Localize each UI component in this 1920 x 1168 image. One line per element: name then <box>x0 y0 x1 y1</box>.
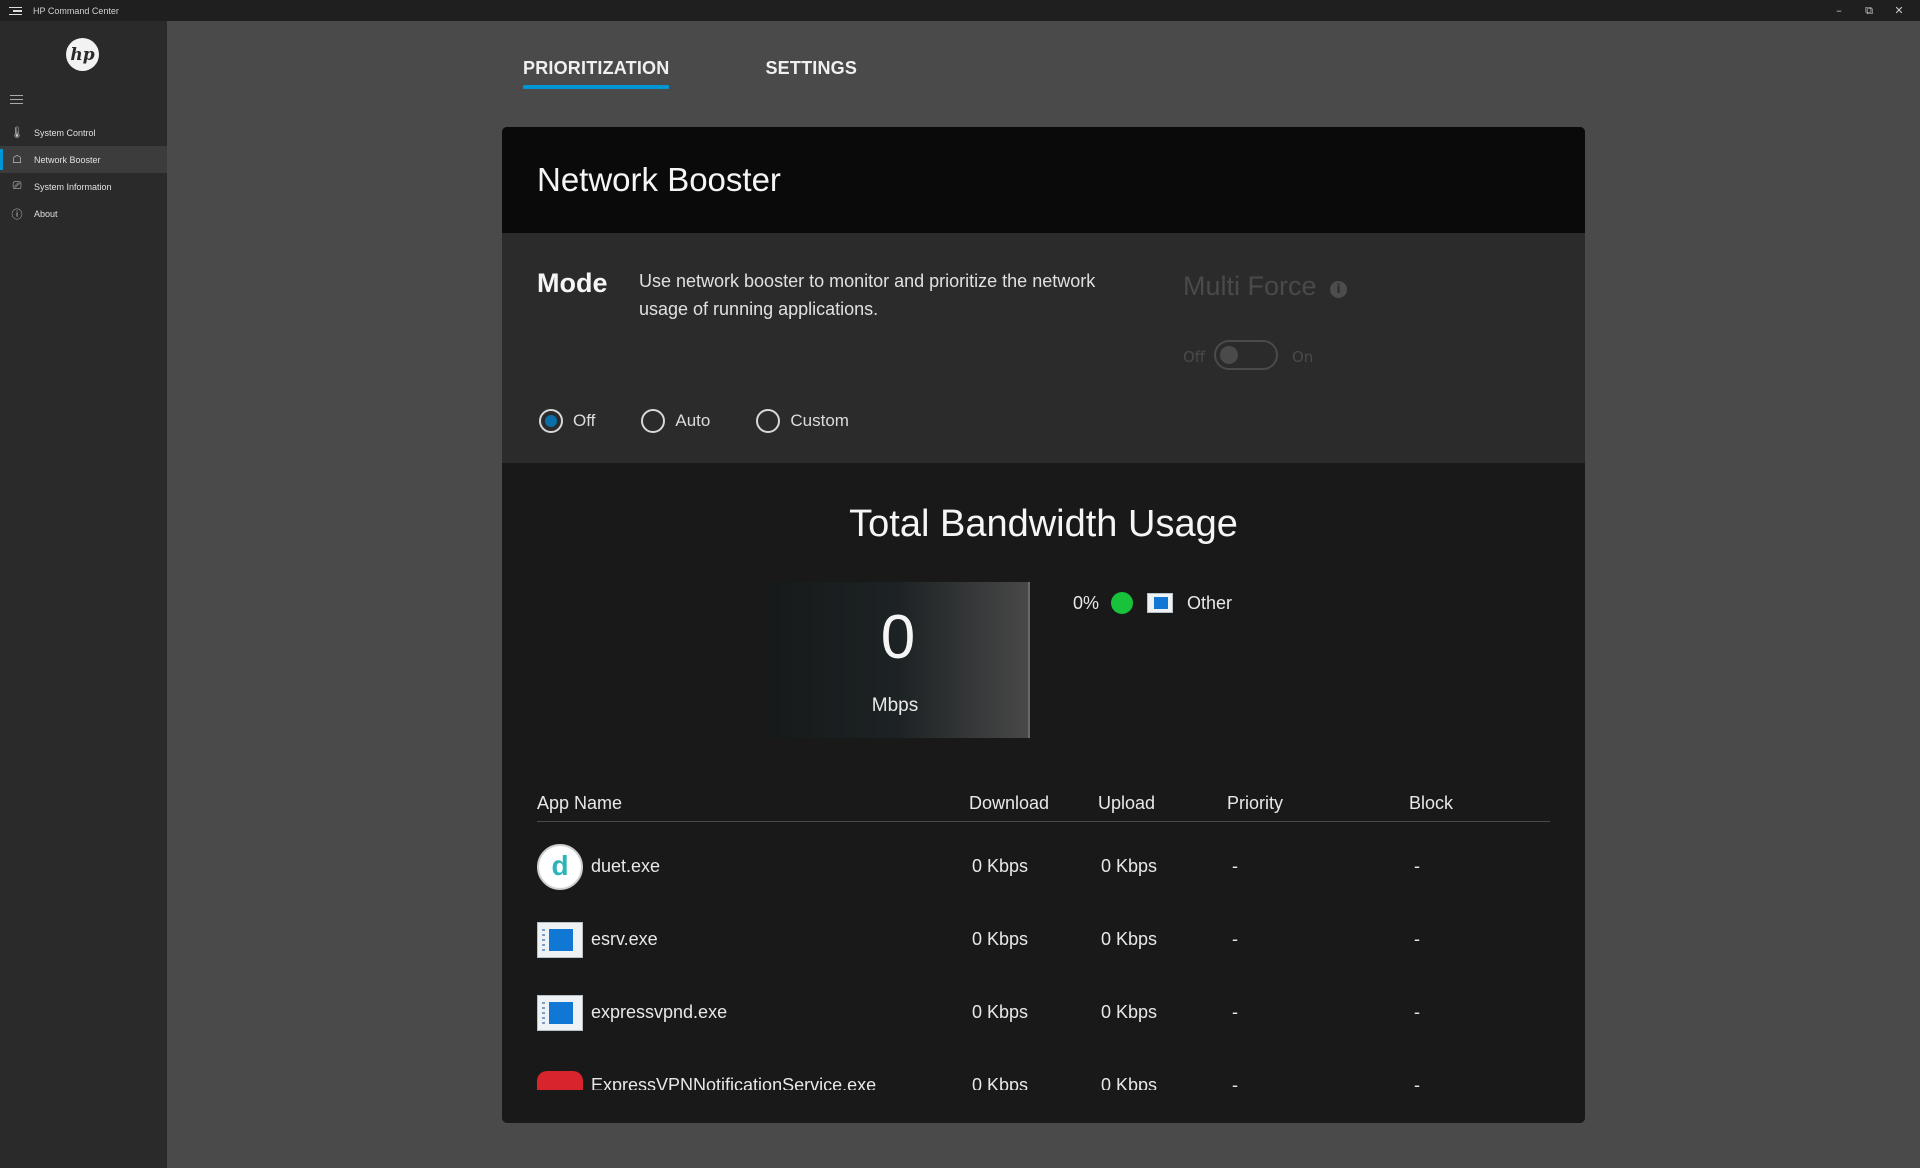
window-app-icon <box>537 995 583 1031</box>
app-name: duet.exe <box>591 856 661 876</box>
bandwidth-gauge: 0 Mbps <box>770 582 1030 738</box>
priority-value: - <box>1232 856 1238 876</box>
download-value: 0 Kbps <box>972 1075 1029 1090</box>
network-booster-card: Network Booster Mode Use network booster… <box>502 127 1585 1123</box>
thermometer-fan-icon: 🌡 <box>10 127 24 139</box>
app-name: esrv.exe <box>591 929 658 949</box>
sidebar: hp 🌡 System Control ☖ Network Booster ⎚ … <box>0 21 167 1168</box>
sidebar-item-label: System Information <box>34 181 112 192</box>
duet-icon: d <box>537 844 583 890</box>
info-icon: ⓘ <box>11 208 23 221</box>
mode-radio-auto[interactable]: Auto <box>641 409 710 433</box>
column-priority[interactable]: Priority <box>1227 793 1283 814</box>
radio-label: Off <box>573 411 596 430</box>
card-header: Network Booster <box>502 127 1585 233</box>
toggle-off-label: Off <box>1183 348 1206 366</box>
upload-value: 0 Kbps <box>1101 1075 1158 1090</box>
priority-value: - <box>1232 929 1238 949</box>
tab-settings[interactable]: SETTINGS <box>765 58 857 89</box>
mode-radio-group: Off Auto Custom <box>539 409 895 433</box>
sidebar-item-system-information[interactable]: ⎚ System Information <box>0 173 167 200</box>
table-header: App Name Download Upload Priority Block <box>537 793 1550 822</box>
toggle-on-label: On <box>1292 348 1314 366</box>
table-row[interactable]: d duet.exe 0 Kbps 0 Kbps - - <box>537 830 1550 903</box>
bandwidth-unit: Mbps <box>871 695 919 716</box>
window-app-icon <box>537 922 583 958</box>
legend-color-dot-icon <box>1111 592 1134 614</box>
block-value: - <box>1414 1002 1420 1022</box>
app-name: expressvpnd.exe <box>591 1002 728 1022</box>
tab-bar: PRIORITIZATION SETTINGS <box>523 58 953 89</box>
bandwidth-legend: 0% Other <box>1073 592 1232 614</box>
app-menu-icon[interactable] <box>9 6 25 16</box>
tab-prioritization[interactable]: PRIORITIZATION <box>523 58 670 89</box>
bandwidth-value: 0 <box>880 603 916 672</box>
sidebar-item-network-booster[interactable]: ☖ Network Booster <box>0 146 167 173</box>
window-title: HP Command Center <box>33 5 119 16</box>
mode-section: Mode Use network booster to monitor and … <box>502 233 1585 463</box>
sidebar-item-system-control[interactable]: 🌡 System Control <box>0 119 167 146</box>
table-row[interactable]: esrv.exe 0 Kbps 0 Kbps - - <box>537 903 1550 976</box>
block-value: - <box>1414 929 1420 949</box>
sidebar-item-label: About <box>34 208 58 219</box>
table-row[interactable]: expressvpnd.exe 0 Kbps 0 Kbps - - <box>537 976 1550 1049</box>
radio-icon <box>641 409 666 433</box>
column-download[interactable]: Download <box>969 793 1049 814</box>
hamburger-menu-icon[interactable] <box>10 95 24 105</box>
sidebar-nav: 🌡 System Control ☖ Network Booster ⎚ Sys… <box>0 119 167 227</box>
sidebar-item-label: Network Booster <box>34 154 101 165</box>
mode-radio-off[interactable]: Off <box>539 409 595 433</box>
toggle-knob <box>1220 346 1238 364</box>
minimize-button[interactable]: – <box>1824 0 1854 21</box>
download-value: 0 Kbps <box>972 1002 1029 1022</box>
bandwidth-title: Total Bandwidth Usage <box>849 503 1238 545</box>
card-title: Network Booster <box>537 161 781 198</box>
system-info-icon: ⎚ <box>12 180 22 192</box>
title-bar: HP Command Center – ⧉ ✕ <box>0 0 1920 21</box>
mode-radio-custom[interactable]: Custom <box>756 409 849 433</box>
column-block[interactable]: Block <box>1409 793 1453 814</box>
app-table-body[interactable]: d duet.exe 0 Kbps 0 Kbps - - esrv.exe 0 … <box>537 830 1550 1090</box>
radio-label: Auto <box>675 411 711 430</box>
window-app-icon <box>1147 593 1174 613</box>
column-upload[interactable]: Upload <box>1098 793 1155 814</box>
upload-value: 0 Kbps <box>1101 929 1158 949</box>
info-icon[interactable]: i <box>1330 281 1347 298</box>
block-value: - <box>1414 1075 1420 1090</box>
app-name: ExpressVPNNotificationService.exe <box>591 1075 877 1090</box>
mode-description: Use network booster to monitor and prior… <box>639 271 1096 319</box>
priority-value: - <box>1232 1075 1238 1090</box>
radio-selected-icon <box>539 409 563 433</box>
priority-value: - <box>1232 1002 1238 1022</box>
table-row[interactable]: ExpressVPNNotificationService.exe 0 Kbps… <box>537 1049 1550 1090</box>
radio-icon <box>756 409 781 433</box>
close-button[interactable]: ✕ <box>1884 0 1914 21</box>
download-value: 0 Kbps <box>972 929 1029 949</box>
multi-force-toggle[interactable] <box>1214 340 1278 370</box>
column-app-name[interactable]: App Name <box>537 793 622 814</box>
network-booster-icon: ☖ <box>12 154 22 166</box>
block-value: - <box>1414 856 1420 876</box>
legend-percent: 0% <box>1073 592 1100 613</box>
sidebar-item-label: System Control <box>34 127 96 138</box>
restore-button[interactable]: ⧉ <box>1854 0 1884 21</box>
multi-force-label: Multi Force <box>1183 271 1317 301</box>
hp-logo: hp <box>66 38 99 71</box>
mode-label: Mode <box>537 268 608 298</box>
legend-name: Other <box>1187 592 1233 613</box>
upload-value: 0 Kbps <box>1101 856 1158 876</box>
upload-value: 0 Kbps <box>1101 1002 1158 1022</box>
expressvpn-icon <box>537 1071 583 1090</box>
sidebar-item-about[interactable]: ⓘ About <box>0 200 167 227</box>
download-value: 0 Kbps <box>972 856 1029 876</box>
radio-label: Custom <box>790 411 849 430</box>
